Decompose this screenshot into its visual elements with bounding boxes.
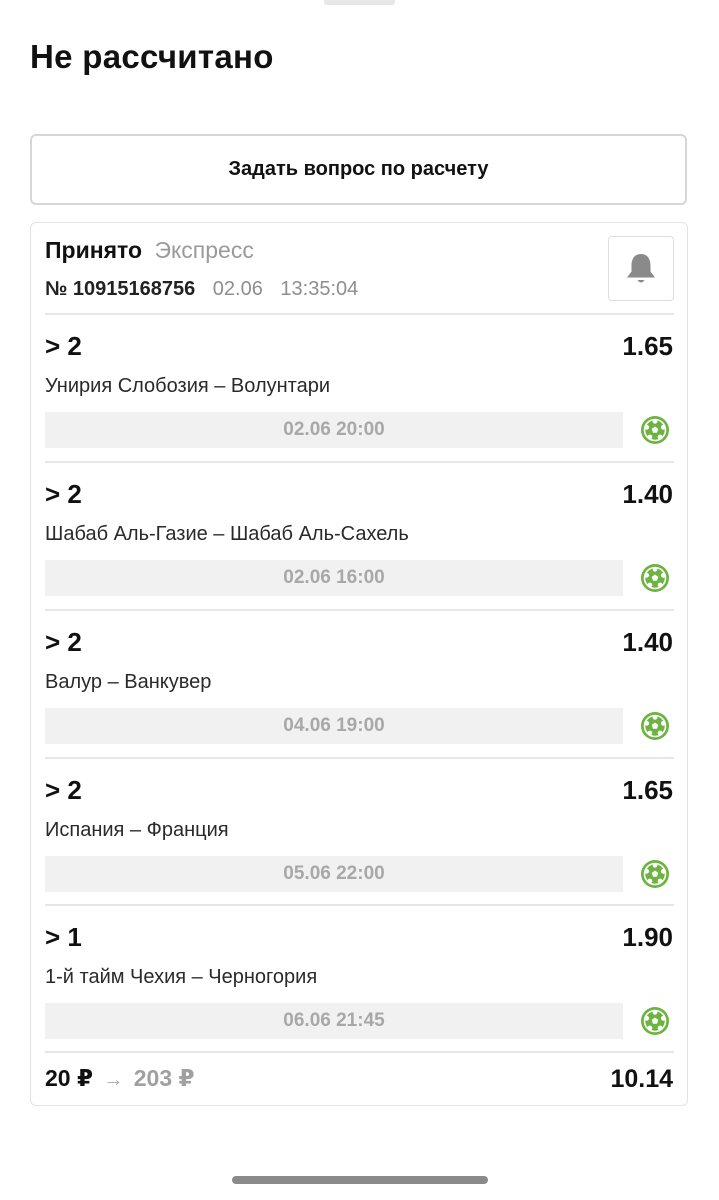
selection-start-time: 02.06 20:00 [45, 412, 623, 448]
bet-type: Экспресс [154, 237, 254, 263]
football-icon [641, 712, 669, 740]
bet-number: № 10915168756 [45, 278, 196, 300]
selection-item[interactable]: > 2 1.65 Испания – Франция 05.06 22:00 [31, 759, 687, 906]
bet-status: Принято [45, 237, 143, 263]
selection-event: Валур – Ванкувер [45, 671, 212, 693]
home-indicator[interactable] [232, 1176, 488, 1184]
selection-odds: 1.40 [622, 627, 673, 657]
football-icon [641, 1007, 669, 1035]
football-icon [641, 416, 669, 444]
page-title: Не рассчитано [30, 38, 274, 75]
selection-event: 1-й тайм Чехия – Черногория [45, 966, 318, 988]
bell-icon [627, 253, 655, 282]
selection-outcome: > 2 [45, 331, 82, 361]
selection-start-time: 05.06 22:00 [45, 856, 623, 892]
bet-ticket-line: № 10915168756 02.06 13:35:04 [45, 278, 358, 301]
bet-card-header: Принято Экспресс № 10915168756 02.06 13:… [31, 223, 687, 314]
arrow-right-icon: → [103, 1069, 124, 1091]
selection-item[interactable]: > 2 1.65 Унирия Слобозия – Волунтари 02.… [31, 315, 687, 462]
selection-outcome: > 2 [45, 479, 82, 509]
sheet-grab-handle[interactable] [324, 0, 395, 5]
selection-event: Шабаб Аль-Газие – Шабаб Аль-Сахель [45, 523, 409, 545]
bet-card: Принято Экспресс № 10915168756 02.06 13:… [30, 222, 688, 1106]
selection-outcome: > 2 [45, 627, 82, 657]
selection-odds: 1.90 [622, 922, 673, 952]
selection-item[interactable]: > 2 1.40 Шабаб Аль-Газие – Шабаб Аль-Сах… [31, 463, 687, 610]
football-icon [641, 860, 669, 888]
selection-odds: 1.65 [622, 775, 673, 805]
selection-item[interactable]: > 1 1.90 1-й тайм Чехия – Черногория 06.… [31, 906, 687, 1053]
stake-amount: 20 ₽ [45, 1065, 93, 1091]
notification-bell-button[interactable] [608, 236, 674, 301]
total-odds: 10.14 [610, 1065, 673, 1093]
selection-outcome: > 2 [45, 775, 82, 805]
bet-amounts: 20 ₽ → 203 ₽ [45, 1065, 195, 1092]
selection-outcome: > 1 [45, 922, 82, 952]
bet-time: 13:35:04 [280, 278, 359, 300]
selection-item[interactable]: > 2 1.40 Валур – Ванкувер 04.06 19:00 [31, 611, 687, 758]
bet-status-line: Принято Экспресс [45, 237, 254, 264]
selection-event: Испания – Франция [45, 819, 229, 841]
selection-odds: 1.65 [622, 331, 673, 361]
bet-date: 02.06 [212, 278, 263, 300]
selection-event: Унирия Слобозия – Волунтари [45, 375, 331, 397]
selection-odds: 1.40 [622, 479, 673, 509]
selection-start-time: 06.06 21:45 [45, 1003, 623, 1039]
bet-summary: 20 ₽ → 203 ₽ 10.14 [31, 1053, 687, 1107]
selection-start-time: 02.06 16:00 [45, 560, 623, 596]
football-icon [641, 564, 669, 592]
selection-start-time: 04.06 19:00 [45, 708, 623, 744]
potential-payout: 203 ₽ [133, 1065, 195, 1091]
ask-question-button[interactable]: Задать вопрос по расчету [30, 134, 687, 205]
